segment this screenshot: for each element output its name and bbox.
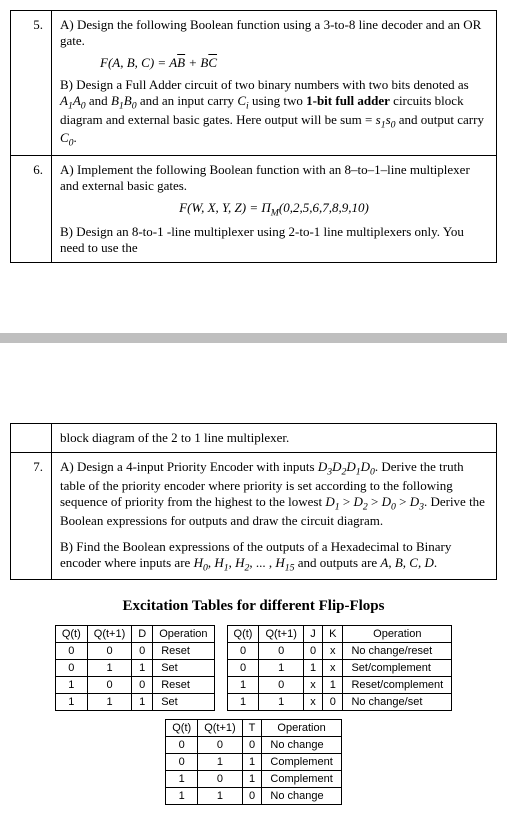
page-gap-top bbox=[0, 263, 507, 333]
questions-cont: block diagram of the 2 to 1 line multipl… bbox=[0, 413, 507, 580]
q7-number: 7. bbox=[11, 453, 52, 580]
questions-top: 5. A) Design the following Boolean funct… bbox=[0, 0, 507, 263]
q6-row: 6. A) Implement the following Boolean fu… bbox=[11, 155, 497, 263]
ff-tables-row: Q(t) Q(t+1) D Operation 000Reset 011Set … bbox=[0, 625, 507, 711]
q5-number: 5. bbox=[11, 11, 52, 156]
page-separator bbox=[0, 333, 507, 343]
q7-body: A) Design a 4-input Priority Encoder wit… bbox=[52, 453, 497, 580]
q5-body: A) Design the following Boolean function… bbox=[52, 11, 497, 156]
q6-number: 6. bbox=[11, 155, 52, 263]
excitation-heading: Excitation Tables for different Flip-Flo… bbox=[0, 598, 507, 615]
ffT-h3: Operation bbox=[262, 720, 341, 737]
question-table-cont: block diagram of the 2 to 1 line multipl… bbox=[10, 423, 497, 580]
ff-t-wrap: Q(t) Q(t+1) T Operation 000No change 011… bbox=[0, 719, 507, 819]
question-table-top: 5. A) Design the following Boolean funct… bbox=[10, 10, 497, 263]
q5b-text: B) Design a Full Adder circuit of two bi… bbox=[60, 77, 488, 149]
q7-row: 7. A) Design a 4-input Priority Encoder … bbox=[11, 453, 497, 580]
ffJK-h4: Operation bbox=[343, 626, 452, 643]
page-gap-bottom bbox=[0, 343, 507, 413]
q7a-text: A) Design a 4-input Priority Encoder wit… bbox=[60, 459, 488, 528]
q6-cont-row: block diagram of the 2 to 1 line multipl… bbox=[11, 424, 497, 453]
q7b-text: B) Find the Boolean expressions of the o… bbox=[60, 539, 488, 574]
ffT-h1: Q(t+1) bbox=[198, 720, 242, 737]
ff-d-table: Q(t) Q(t+1) D Operation 000Reset 011Set … bbox=[55, 625, 215, 711]
q6-cont-body: block diagram of the 2 to 1 line multipl… bbox=[52, 424, 497, 453]
q6-cont-number bbox=[11, 424, 52, 453]
q6b-text: B) Design an 8-to-1 -line multiplexer us… bbox=[60, 224, 488, 256]
ffJK-h0: Q(t) bbox=[227, 626, 259, 643]
q5-row: 5. A) Design the following Boolean funct… bbox=[11, 11, 497, 156]
q6a-text: A) Implement the following Boolean funct… bbox=[60, 162, 488, 194]
q6a-formula: F(W, X, Y, Z) = ΠM(0,2,5,6,7,8,9,10) bbox=[60, 200, 488, 219]
q5a-text: A) Design the following Boolean function… bbox=[60, 17, 488, 49]
ffJK-h2: J bbox=[303, 626, 322, 643]
ffJK-h1: Q(t+1) bbox=[259, 626, 303, 643]
ffD-h2: D bbox=[132, 626, 153, 643]
ff-jk-table: Q(t) Q(t+1) J K Operation 000xNo change/… bbox=[227, 625, 453, 711]
ffD-h1: Q(t+1) bbox=[87, 626, 131, 643]
ffT-h0: Q(t) bbox=[166, 720, 198, 737]
ff-t-table: Q(t) Q(t+1) T Operation 000No change 011… bbox=[165, 719, 342, 805]
ffD-h3: Operation bbox=[153, 626, 214, 643]
ffJK-h3: K bbox=[323, 626, 343, 643]
ffT-h2: T bbox=[242, 720, 262, 737]
q5a-formula: F(A, B, C) = AB + BC bbox=[100, 55, 488, 71]
ffD-h0: Q(t) bbox=[55, 626, 87, 643]
q6-body: A) Implement the following Boolean funct… bbox=[52, 155, 497, 263]
